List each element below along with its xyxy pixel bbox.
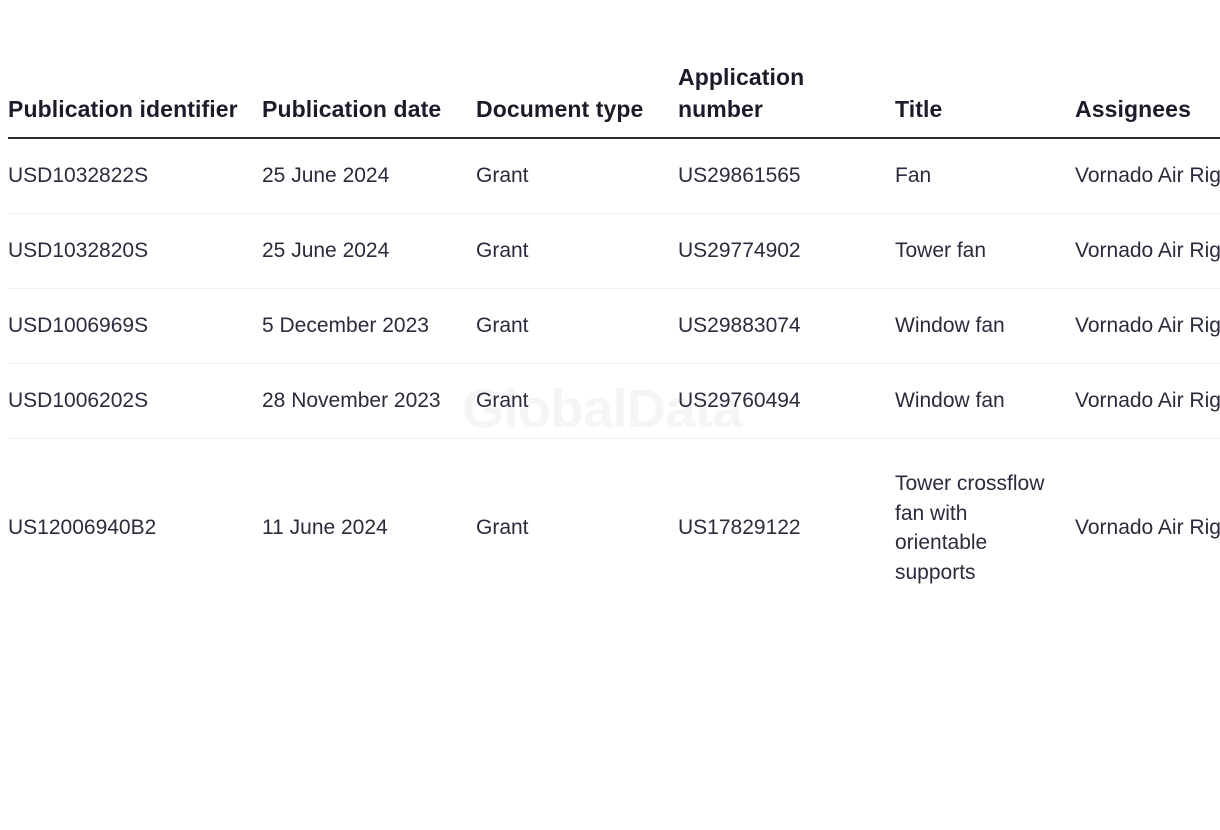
table-row[interactable]: USD1006202S 28 November 2023 Grant US297… <box>8 363 1220 439</box>
cell-publication-identifier: USD1032820S <box>8 213 262 290</box>
cell-title: Window fan <box>895 288 1075 364</box>
column-header-application-number[interactable]: Application number <box>678 62 895 140</box>
cell-assignees: Vornado Air Rights LLC <box>1075 213 1220 290</box>
cell-application-number: US29883074 <box>678 288 895 364</box>
table-scroll-container[interactable]: Publication identifier Publication date … <box>0 0 1220 830</box>
table-header-row: Publication identifier Publication date … <box>8 62 1220 140</box>
column-header-document-type[interactable]: Document type <box>476 62 678 140</box>
table-row[interactable]: USD1006969S 5 December 2023 Grant US2988… <box>8 288 1220 364</box>
cell-application-number: US29861565 <box>678 138 895 215</box>
cell-application-number: US29760494 <box>678 363 895 439</box>
cell-application-number: US17829122 <box>678 516 801 540</box>
table-row[interactable]: USD1032820S 25 June 2024 Grant US2977490… <box>8 213 1220 290</box>
cell-document-type: Grant <box>476 363 678 439</box>
cell-publication-identifier: USD1006202S <box>8 363 262 439</box>
cell-assignees: Vornado Air Rights LLC <box>1075 516 1220 540</box>
cell-assignees: Vornado Air Rights LLC <box>1075 288 1220 364</box>
cell-publication-date: 11 June 2024 <box>262 516 388 540</box>
table-header: Publication identifier Publication date … <box>8 62 1220 140</box>
column-header-title[interactable]: Title <box>895 62 1075 140</box>
cell-publication-identifier: US12006940B2 <box>8 516 157 540</box>
table-body: USD1032822S 25 June 2024 Grant US2986156… <box>8 138 1220 618</box>
cell-publication-date: 5 December 2023 <box>262 288 476 364</box>
patent-publications-table: Publication identifier Publication date … <box>8 62 1220 618</box>
cell-assignees: Vornado Air Rights LLC <box>1075 138 1220 215</box>
cell-publication-date: 25 June 2024 <box>262 213 476 290</box>
cell-application-number: US29774902 <box>678 213 895 290</box>
cell-publication-identifier: USD1006969S <box>8 288 262 364</box>
cell-document-type: Grant <box>476 516 529 540</box>
cell-publication-date: 28 November 2023 <box>262 363 476 439</box>
cell-document-type: Grant <box>476 138 678 215</box>
table-row[interactable]: US12006940B2 11 June 2024 Grant US178291… <box>8 438 1220 618</box>
cell-title: Tower fan <box>895 213 1075 290</box>
cell-assignees: Vornado Air Rights LLC <box>1075 363 1220 439</box>
table-row[interactable]: USD1032822S 25 June 2024 Grant US2986156… <box>8 138 1220 215</box>
cell-document-type: Grant <box>476 213 678 290</box>
cell-document-type: Grant <box>476 288 678 364</box>
cell-title: Tower crossflow fan with orientable supp… <box>895 471 1045 585</box>
cell-publication-identifier: USD1032822S <box>8 138 262 215</box>
cell-title: Fan <box>895 138 1075 215</box>
column-header-publication-identifier[interactable]: Publication identifier <box>8 62 262 140</box>
column-header-assignees[interactable]: Assignees <box>1075 62 1220 140</box>
patent-results-page: GlobalData Publication identifier Public… <box>0 0 1220 830</box>
cell-publication-date: 25 June 2024 <box>262 138 476 215</box>
column-header-publication-date[interactable]: Publication date <box>262 62 476 140</box>
cell-title: Window fan <box>895 363 1075 439</box>
